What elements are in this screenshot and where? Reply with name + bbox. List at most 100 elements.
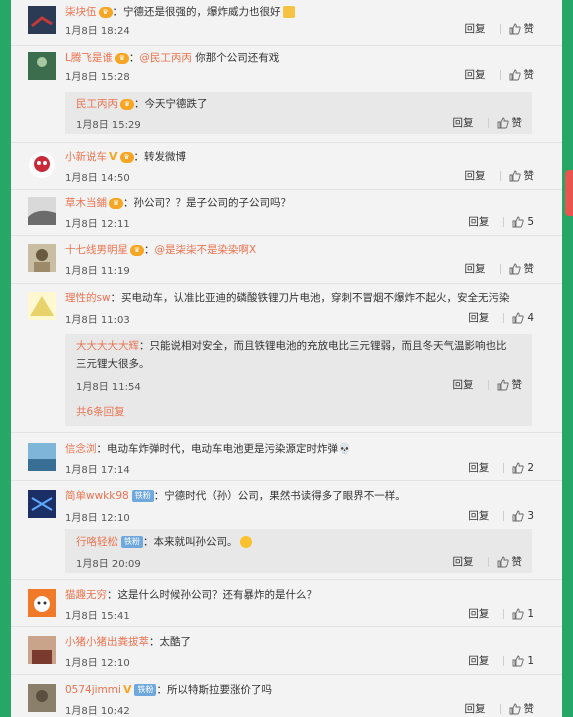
like-button[interactable]: 赞 — [497, 117, 523, 129]
avatar[interactable] — [28, 490, 56, 518]
reply-button[interactable]: 回复 — [468, 216, 489, 228]
like-button[interactable]: 1 — [512, 655, 534, 667]
commenter-name[interactable]: 草木当鋪 — [65, 197, 107, 209]
fan-badge[interactable]: 铁粉 — [131, 490, 154, 502]
avatar[interactable] — [28, 52, 56, 80]
like-button[interactable]: 赞 — [497, 379, 522, 391]
avatar[interactable] — [28, 443, 56, 471]
comment-item: 草木当鋪 ♛ ：孙公司？？是子公司的子公司吗？ 1月8日 12:11 回复 5 — [11, 190, 562, 236]
like-count: 赞 — [511, 117, 523, 129]
like-button[interactable]: 赞 — [509, 170, 534, 182]
comment-text: ：这是什么时候孙公司？还有暴炸的是什么？ — [107, 589, 317, 601]
reply-button[interactable]: 回复 — [465, 170, 486, 182]
comment-text: ： — [128, 52, 140, 64]
reply-button[interactable]: 回复 — [465, 69, 486, 81]
divider — [499, 70, 501, 80]
like-button[interactable]: 2 — [512, 462, 534, 474]
like-count: 3 — [527, 510, 534, 522]
reply-button[interactable]: 回复 — [465, 263, 486, 275]
avatar[interactable] — [28, 684, 56, 712]
vip-badge-icon[interactable]: ♛ — [130, 244, 144, 256]
commenter-name[interactable]: 十七线男明星 — [65, 244, 128, 256]
comment-time: 1月8日 11:03 — [65, 315, 130, 326]
commenter-name[interactable]: 信念浏 — [65, 443, 97, 455]
comment-item: 柒块伍 ♛ ：宁德还是很强的，爆炸威力也很好 1月8日 18:24 回复 赞 — [11, 0, 562, 46]
like-button[interactable]: 赞 — [509, 23, 534, 35]
thumbs-up-icon — [512, 510, 524, 522]
divider — [503, 609, 505, 619]
comment-actions: 回复 赞 — [465, 67, 535, 82]
mention-link[interactable]: @民工丙丙 — [139, 52, 192, 64]
thumbs-up-icon — [497, 556, 509, 568]
sub-reply: 大大大大大辉：只能说相对安全，而且铁锂电池的充放电比三元锂弱，而且冬天气温影响也… — [65, 334, 532, 426]
vip-badge-icon[interactable]: ♛ — [119, 151, 134, 163]
sub-reply: 行咯轻松 铁粉 ：本来就叫孙公司。 1月8日 20:09 回复 赞 — [65, 529, 532, 573]
divider — [487, 118, 489, 128]
commenter-name[interactable]: 小猪小猪出粪拔萃 — [65, 636, 149, 648]
commenter-name[interactable]: 柒块伍 — [65, 6, 97, 18]
avatar[interactable] — [28, 151, 56, 179]
vip-badge-icon[interactable]: ♛ — [120, 98, 134, 110]
comment-item: 小猪小猪出粪拔萃：太酷了 1月8日 12:10 回复 1 — [11, 627, 562, 675]
fan-badge[interactable]: 铁粉 — [134, 684, 157, 696]
like-button[interactable]: 1 — [512, 608, 534, 620]
reply-text-cont: 三元锂大很多。 — [76, 358, 150, 370]
like-button[interactable]: 赞 — [509, 263, 535, 275]
commenter-name[interactable]: L腾飞是谁 — [65, 52, 113, 64]
avatar[interactable] — [28, 244, 56, 272]
replier-name[interactable]: 大大大大大辉 — [76, 340, 139, 352]
commenter-name[interactable]: 简单wwkk98 — [65, 490, 129, 502]
like-button[interactable]: 赞 — [509, 69, 534, 81]
view-more-replies-link[interactable]: 共6条回复 — [76, 404, 125, 419]
avatar[interactable] — [28, 636, 56, 664]
reply-button[interactable]: 回复 — [453, 117, 474, 129]
thumbs-up-icon — [497, 379, 509, 391]
avatar[interactable] — [28, 589, 56, 617]
avatar[interactable] — [28, 197, 56, 225]
reply-button[interactable]: 回复 — [468, 608, 489, 620]
like-button[interactable]: 4 — [512, 312, 534, 324]
commenter-name[interactable]: 小新说车 — [65, 151, 107, 163]
comment-text: ：孙公司？？是子公司的子公司吗？ — [123, 197, 291, 209]
reply-time: 1月8日 20:09 — [76, 559, 141, 570]
reply-button[interactable]: 回复 — [468, 510, 489, 522]
vip-badge-icon[interactable]: ♛ — [98, 6, 113, 18]
reply-button[interactable]: 回复 — [453, 556, 474, 568]
thumbs-up-icon — [509, 69, 521, 81]
like-count: 1 — [527, 608, 534, 620]
commenter-name[interactable]: 猫趣无穷 — [65, 589, 107, 601]
replier-name[interactable]: 行咯轻松 — [76, 536, 118, 548]
comment-actions: 回复 赞 — [465, 261, 535, 276]
like-button[interactable]: 5 — [512, 216, 534, 228]
reply-actions: 回复 赞 — [453, 115, 523, 130]
comment-time: 1月8日 14:50 — [65, 173, 130, 184]
comment-item: 理性的sw：买电动车，认准比亚迪的磷酸铁锂刀片电池，穿刺不冒烟不爆炸不起火，安全… — [11, 284, 562, 433]
commenter-name[interactable]: 理性的sw — [65, 292, 111, 304]
replier-name[interactable]: 民工丙丙 — [76, 98, 118, 110]
like-button[interactable]: 赞 — [497, 556, 522, 568]
like-count: 赞 — [523, 263, 535, 275]
reply-button[interactable]: 回复 — [453, 379, 474, 391]
commenter-name[interactable]: 0574jimmi — [65, 684, 121, 696]
like-button[interactable]: 赞 — [509, 703, 534, 715]
reply-button[interactable]: 回复 — [468, 655, 489, 667]
avatar[interactable] — [28, 292, 56, 320]
comment-item: 小新说车 V ♛ ：转发微博 1月8日 14:50 回复 赞 — [11, 143, 562, 190]
reply-button[interactable]: 回复 — [468, 312, 489, 324]
like-button[interactable]: 3 — [512, 510, 534, 522]
divider — [499, 24, 501, 34]
reply-button[interactable]: 回复 — [468, 462, 489, 474]
comment-actions: 回复 赞 — [465, 701, 535, 716]
fan-badge[interactable]: 铁粉 — [121, 536, 143, 548]
avatar[interactable] — [28, 6, 56, 34]
thumbs-up-icon — [497, 117, 509, 129]
vip-badge-icon[interactable]: ♛ — [114, 52, 129, 64]
reply-button[interactable]: 回复 — [465, 23, 486, 35]
comment-actions: 回复 4 — [468, 310, 534, 325]
like-count: 5 — [527, 216, 534, 228]
like-count: 4 — [527, 312, 534, 324]
mention-link[interactable]: @是柒柒不是染染啊X — [155, 244, 257, 256]
reply-button[interactable]: 回复 — [465, 703, 486, 715]
vip-badge-icon[interactable]: ♛ — [109, 197, 123, 209]
comment-time: 1月8日 12:10 — [65, 513, 130, 524]
